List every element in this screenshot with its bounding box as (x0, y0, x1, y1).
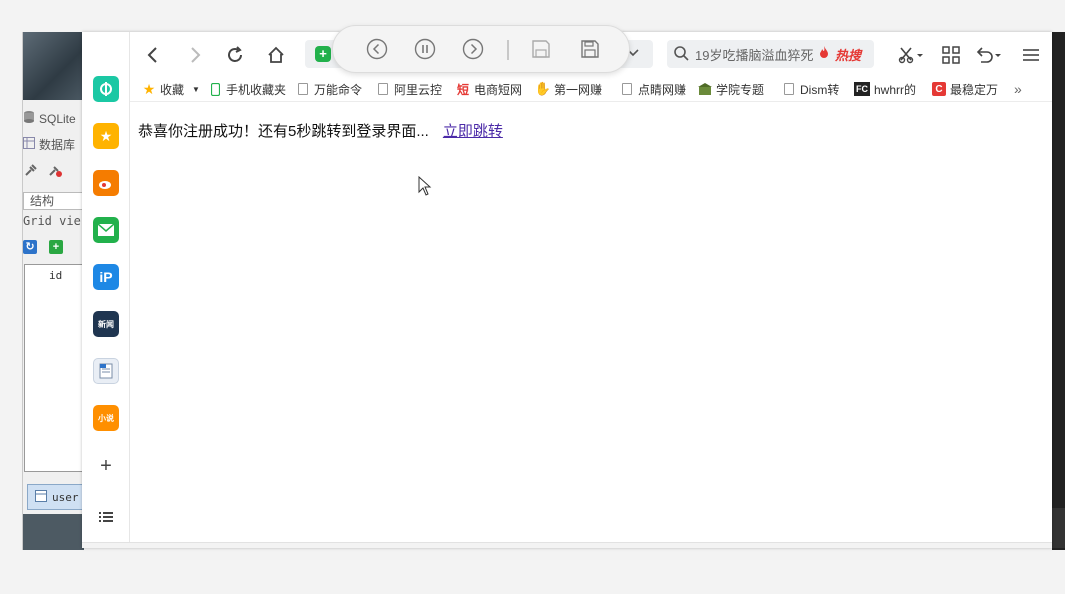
page-content: 恭喜你注册成功！还有5秒跳转到登录界面... 立即跳转 (130, 102, 1052, 542)
mouse-cursor-icon (418, 175, 432, 199)
status-bar (82, 542, 1052, 548)
background-grid-label: Grid vie (23, 214, 81, 228)
background-titlebar (23, 32, 84, 100)
hand-icon: ✋ (536, 81, 552, 96)
bookmark-item[interactable]: ★ 收藏 ▼ (142, 80, 200, 98)
browser-window: ★ iP 新闻 小说 + + 19岁吃播脑溢血猝死 热搜 ★ 收藏 ▼ 手机收藏… (82, 32, 1052, 548)
apps-grid-icon[interactable] (938, 42, 964, 68)
hot-search-badge[interactable]: 热搜 (835, 45, 861, 64)
bookmark-item[interactable]: C 最稳定万 (932, 80, 1002, 98)
undo-icon[interactable] (972, 42, 1006, 68)
bookmark-item[interactable]: Dism转 (782, 80, 840, 98)
menu-icon[interactable] (1018, 42, 1044, 68)
search-icon (673, 45, 689, 64)
background-data-grid: id (24, 264, 84, 472)
bookmark-item[interactable]: 阿里云控 (376, 80, 442, 98)
background-right-scroll (1052, 508, 1065, 548)
background-db-menu[interactable]: 数据库 (23, 136, 75, 153)
forward-icon[interactable] (182, 42, 208, 68)
sidebar-add-icon[interactable]: + (93, 453, 119, 479)
previous-icon[interactable] (366, 38, 388, 60)
pause-icon[interactable] (414, 38, 436, 60)
save-icon[interactable] (530, 38, 552, 60)
sidebar-weibo-icon[interactable] (93, 170, 119, 196)
college-icon (698, 82, 712, 96)
page-icon (296, 82, 310, 96)
page-icon (620, 82, 634, 96)
plug-icon[interactable] (23, 162, 39, 181)
background-bottom-bar (23, 514, 84, 550)
bookmark-item[interactable]: FC hwhrr的 (854, 80, 920, 98)
jump-now-link[interactable]: 立即跳转 (443, 120, 503, 141)
home-icon[interactable] (263, 42, 289, 68)
background-struct-tab[interactable]: 结构 (23, 192, 84, 210)
bookmark-item[interactable]: ✋ 第一网赚 (536, 80, 606, 98)
grid-icon (23, 137, 35, 152)
background-table-tab[interactable]: user (27, 484, 84, 510)
background-toolbar (23, 162, 63, 181)
unplug-icon[interactable] (47, 162, 63, 181)
column-header: id (49, 269, 63, 282)
add-row-icon[interactable]: + (49, 240, 63, 254)
database-icon (23, 110, 35, 127)
back-icon[interactable] (140, 42, 166, 68)
background-app-title: SQLite (23, 110, 76, 127)
sidebar-word-icon[interactable] (93, 358, 119, 384)
save-all-icon[interactable] (579, 38, 601, 60)
browser-sidebar: ★ iP 新闻 小说 + (82, 32, 130, 548)
bookmarks-bar: ★ 收藏 ▼ 手机收藏夹 万能命令 阿里云控 短 电商短网 ✋ 第一网赚 点睛网… (130, 76, 1052, 102)
search-box[interactable]: 19岁吃播脑溢血猝死 热搜 (667, 40, 874, 68)
dropdown-arrow-icon[interactable]: ▼ (192, 85, 200, 94)
background-right-window (1052, 32, 1065, 550)
register-success-text: 恭喜你注册成功！还有5秒跳转到登录界面... (138, 123, 429, 140)
next-icon[interactable] (462, 38, 484, 60)
c-icon: C (932, 82, 946, 96)
sidebar-ip-icon[interactable]: iP (93, 264, 119, 290)
sidebar-novel-icon[interactable]: 小说 (93, 405, 119, 431)
page-icon (782, 82, 796, 96)
fire-icon (819, 46, 829, 62)
sidebar-favorites-icon[interactable]: ★ (93, 123, 119, 149)
star-icon: ★ (142, 80, 156, 97)
sidebar-menu-icon[interactable] (93, 504, 119, 530)
media-bar-divider (507, 40, 509, 60)
success-message: 恭喜你注册成功！还有5秒跳转到登录界面... 立即跳转 (138, 120, 503, 141)
bookmarks-more-button[interactable]: » (1014, 80, 1022, 98)
fc-icon: FC (854, 82, 870, 96)
bookmark-item[interactable]: 点睛网赚 (620, 80, 688, 98)
desktop: SQLite 数据库 结构 Grid vie ↻ + id user ★ iP … (0, 0, 1065, 594)
reload-icon[interactable] (222, 42, 248, 68)
table-icon (35, 489, 47, 505)
short-link-icon: 短 (456, 82, 469, 97)
bookmark-item[interactable]: 短 电商短网 (456, 80, 524, 98)
search-hot-text[interactable]: 19岁吃播脑溢血猝死 (695, 45, 813, 64)
bookmark-item[interactable]: 学院专题 (698, 80, 768, 98)
bookmark-item[interactable]: 万能命令 (296, 80, 362, 98)
page-icon (376, 82, 390, 96)
background-sqlite-window: SQLite 数据库 结构 Grid vie ↻ + id user (22, 32, 84, 550)
sidebar-news-icon[interactable]: 新闻 (93, 311, 119, 337)
phone-icon (208, 82, 222, 96)
bookmark-item[interactable]: 手机收藏夹 (208, 80, 286, 98)
security-shield-icon: + (315, 46, 331, 62)
sidebar-mail-icon[interactable] (93, 217, 119, 243)
sidebar-tool-icon[interactable] (93, 76, 119, 102)
refresh-icon[interactable]: ↻ (23, 240, 37, 254)
cut-icon[interactable] (895, 42, 929, 68)
background-grid-buttons: ↻ + (23, 240, 63, 254)
media-control-bar (332, 25, 630, 73)
